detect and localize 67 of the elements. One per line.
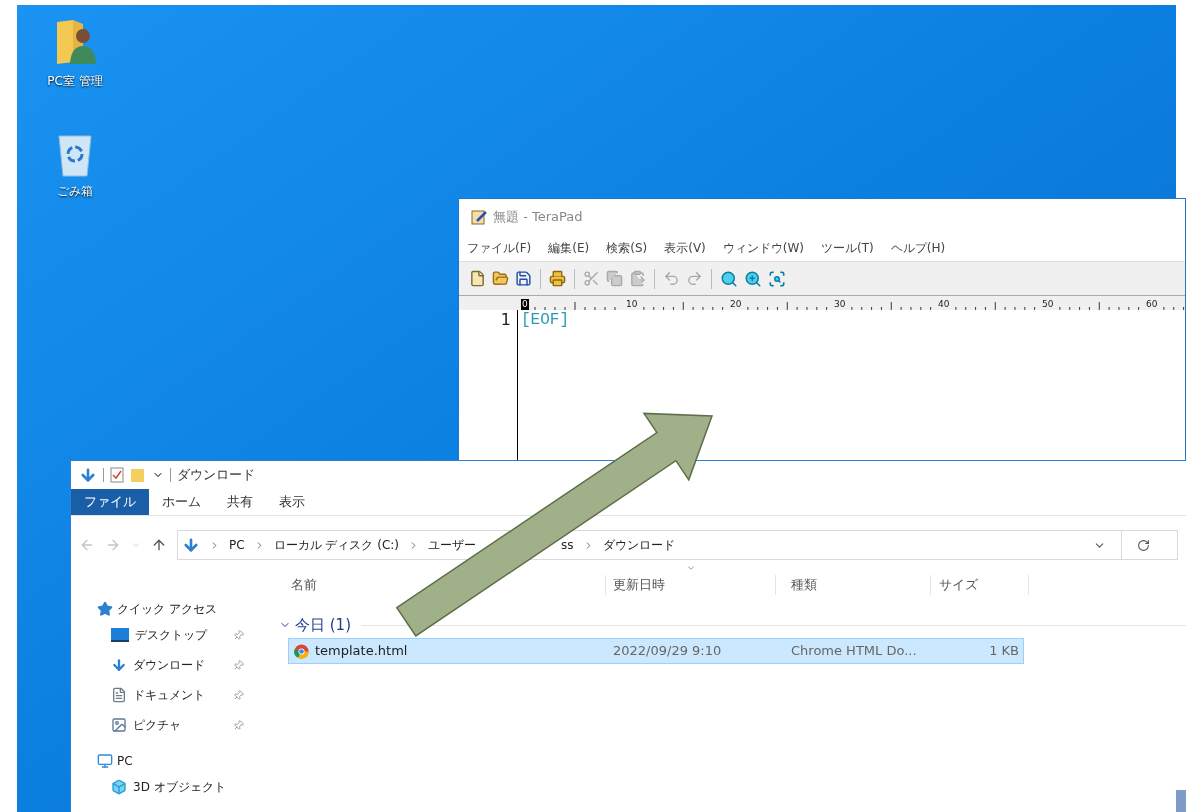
- up-icon[interactable]: [151, 537, 167, 553]
- line-number: 1: [500, 310, 511, 330]
- ruler-label: 0: [521, 299, 529, 310]
- nav-item[interactable]: クイック アクセス: [97, 598, 271, 620]
- window-title: 無題 - TeraPad: [493, 208, 583, 227]
- breadcrumb-item[interactable]: ss: [561, 536, 574, 554]
- scissors-icon[interactable]: [583, 270, 600, 287]
- notepad-icon: [471, 209, 487, 225]
- desktop-icon: [111, 628, 129, 642]
- menu-item[interactable]: ウィンドウ(W): [722, 239, 804, 257]
- menu-item[interactable]: ヘルプ(H): [890, 239, 946, 257]
- cube-icon: [111, 779, 127, 795]
- new-file-icon[interactable]: [469, 270, 486, 287]
- ruler-label: 20: [729, 299, 743, 310]
- refresh-icon[interactable]: [1137, 538, 1150, 552]
- breadcrumb-item[interactable]: ユーザー: [428, 536, 477, 554]
- nav-item[interactable]: 3D オブジェクト: [111, 778, 233, 796]
- taskbar-edge: [1176, 790, 1186, 812]
- ruler-label: 40: [937, 299, 951, 310]
- nav-item[interactable]: PC: [97, 750, 271, 772]
- monitor-icon: [97, 753, 113, 769]
- replace-icon[interactable]: [768, 269, 786, 288]
- nav-item[interactable]: ドキュメント: [111, 686, 233, 704]
- menu-item[interactable]: 検索(S): [606, 239, 648, 257]
- code-line: [EOF]: [521, 310, 569, 330]
- group-header[interactable]: 今日 (1): [295, 613, 351, 637]
- search-next-icon[interactable]: [744, 269, 762, 288]
- window-title: ダウンロード: [177, 466, 255, 485]
- properties-icon[interactable]: [110, 467, 124, 484]
- menu-item[interactable]: 編集(E): [548, 239, 590, 257]
- ruler-label: 60: [1145, 299, 1159, 310]
- ruler-label: 10: [625, 299, 639, 310]
- menu-item[interactable]: 表示(V): [664, 239, 706, 257]
- document-icon: [111, 687, 127, 703]
- breadcrumb-item[interactable]: ダウンロード: [602, 536, 675, 554]
- ruler-label: 30: [833, 299, 847, 310]
- ruler-label: 50: [1041, 299, 1055, 310]
- file-name: template.html: [315, 642, 408, 661]
- breadcrumb-item[interactable]: ローカル ディスク (C:): [273, 536, 400, 554]
- paste-icon[interactable]: [629, 270, 646, 287]
- copy-icon[interactable]: [606, 270, 623, 287]
- pictures-icon: [111, 717, 127, 733]
- nav-item[interactable]: ダウンロード: [111, 656, 233, 674]
- table-cell-text: 1 KB: [988, 642, 1020, 661]
- column-header[interactable]: 種類: [776, 575, 931, 595]
- file-row[interactable]: template.html 2022/09/29 9:10 Chrome HTML Do... 1 KB: [288, 638, 1024, 664]
- search-icon[interactable]: [720, 269, 738, 288]
- address-bar[interactable]: PC ローカル ディスク (C:) ユーザー ss ダウンロード: [177, 530, 1178, 560]
- save-icon[interactable]: [515, 270, 532, 287]
- download-icon: [182, 536, 200, 554]
- star-icon: [97, 601, 113, 617]
- menu-item[interactable]: ファイル(F): [467, 239, 532, 257]
- breadcrumb-item[interactable]: PC: [229, 536, 245, 554]
- menu-item[interactable]: ツール(T): [821, 239, 874, 257]
- column-header[interactable]: 更新日時: [613, 577, 665, 593]
- column-header[interactable]: サイズ: [931, 575, 1029, 595]
- redo-icon[interactable]: [686, 270, 703, 287]
- app-icon: [294, 643, 309, 659]
- table-cell-text: 2022/09/29 9:10: [612, 642, 723, 661]
- printer-icon[interactable]: [549, 270, 566, 287]
- undo-icon[interactable]: [663, 270, 680, 287]
- nav-item[interactable]: デスクトップ: [111, 626, 233, 644]
- nav-item[interactable]: ピクチャ: [111, 716, 233, 734]
- table-cell-text: Chrome HTML Do...: [790, 642, 918, 661]
- download-icon: [111, 657, 127, 673]
- ribbon-tab[interactable]: ファイル: [71, 489, 149, 515]
- folder-open-icon[interactable]: [492, 270, 509, 287]
